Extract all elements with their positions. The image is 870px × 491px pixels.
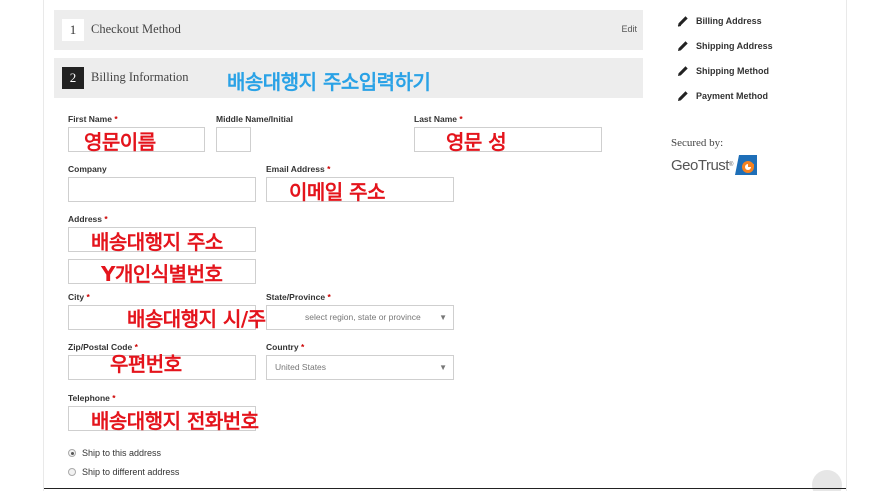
ship-same-option[interactable]: Ship to this address (68, 448, 161, 458)
secured-by-label: Secured by: (671, 137, 724, 149)
pencil-icon (678, 91, 688, 101)
last-name-label: Last Name * (414, 114, 463, 124)
edit-link[interactable]: Edit (621, 24, 637, 34)
left-margin (0, 0, 44, 491)
telephone-label: Telephone * (68, 393, 116, 403)
geotrust-logo: GeoTrust ® (671, 155, 758, 175)
pencil-icon (678, 66, 688, 76)
annotation-telephone: 배송대행지 전화번호 (91, 409, 259, 433)
right-margin (846, 0, 870, 491)
step-number: 2 (62, 67, 84, 89)
ship-different-option[interactable]: Ship to different address (68, 467, 179, 477)
geotrust-reg: ® (728, 162, 734, 168)
annotation-first-name: 영문이름 (84, 130, 156, 154)
state-placeholder: select region, state or province (305, 312, 421, 322)
last-name-input[interactable] (414, 127, 602, 152)
chevron-down-icon: ▼ (439, 313, 447, 322)
annotation-email: 이메일 주소 (289, 180, 385, 204)
pencil-icon (677, 16, 688, 27)
annotation-address2: Y개인식별번호 (101, 262, 223, 286)
checkout-page: 1 Checkout Method Edit 2 Billing Informa… (0, 0, 870, 491)
geotrust-mark-icon (735, 155, 758, 175)
state-label: State/Province * (266, 292, 331, 302)
step-checkout-method[interactable]: 1 Checkout Method Edit (54, 10, 643, 50)
annotation-address1: 배송대행지 주소 (91, 230, 223, 254)
ship-same-label: Ship to this address (82, 448, 162, 458)
first-name-label: First Name * (68, 114, 118, 124)
sidebar-item-label: Payment Method (696, 91, 769, 101)
company-input[interactable] (68, 177, 256, 202)
sidebar-item-payment-method[interactable]: Payment Method (677, 90, 768, 102)
bottom-border (44, 488, 846, 489)
sidebar-item-shipping-address[interactable]: Shipping Address (677, 40, 773, 52)
city-label: City * (68, 292, 90, 302)
chevron-down-icon: ▼ (439, 363, 447, 372)
step-number: 1 (62, 19, 84, 41)
address-label: Address * (68, 214, 108, 224)
step-title: Billing Information (91, 70, 189, 84)
middle-name-input[interactable] (216, 127, 251, 152)
annotation-zip: 우편번호 (110, 352, 182, 376)
step-title: Checkout Method (91, 22, 181, 36)
ship-different-label: Ship to different address (82, 467, 180, 477)
pencil-icon (678, 41, 688, 51)
email-label: Email Address * (266, 164, 331, 174)
sidebar-item-billing-address[interactable]: Billing Address (677, 15, 762, 27)
state-select[interactable]: select region, state or province ▼ (266, 305, 454, 330)
company-label: Company (68, 164, 107, 174)
sidebar-item-label: Billing Address (696, 16, 762, 26)
sidebar-item-label: Shipping Method (696, 66, 769, 76)
sidebar-item-label: Shipping Address (696, 41, 773, 51)
middle-name-label: Middle Name/Initial (216, 114, 293, 124)
country-select[interactable]: United States ▼ (266, 355, 454, 380)
annotation-city-state: 배송대행지 시/주 (127, 307, 266, 331)
radio-selected[interactable] (68, 449, 76, 457)
geotrust-text: GeoTrust (671, 156, 729, 174)
country-value: United States (275, 362, 327, 372)
annotation-title: 배송대행지 주소입력하기 (227, 70, 431, 94)
country-label: Country * (266, 342, 305, 352)
annotation-last-name: 영문 성 (446, 130, 507, 154)
sidebar-item-shipping-method[interactable]: Shipping Method (677, 65, 769, 77)
radio-unselected[interactable] (68, 468, 76, 476)
